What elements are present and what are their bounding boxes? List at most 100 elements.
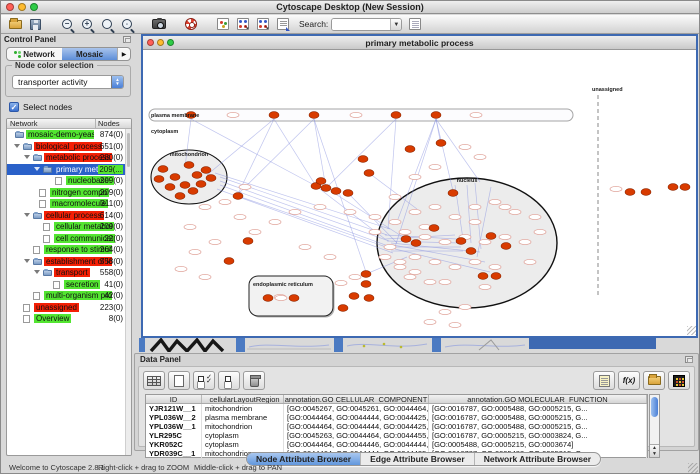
help-lifebuoy-button[interactable] <box>181 16 201 33</box>
attribute-toolbar-left <box>143 371 265 390</box>
delete-attribute-button[interactable] <box>243 371 265 390</box>
tree-row-metabolic-process[interactable]: metabolic process280(0) <box>7 152 131 164</box>
folder-icon <box>33 213 42 219</box>
tree-expander-icon[interactable] <box>34 167 40 171</box>
table-row[interactable]: YJR121W__1mitochondrion[GO:0045267, GO:0… <box>146 404 647 413</box>
attribute-toolbar-right: f(x) <box>593 371 690 390</box>
attribute-table-button[interactable] <box>143 371 165 390</box>
function-builder-button[interactable]: f(x) <box>618 371 640 390</box>
unselect-attributes-button[interactable] <box>218 371 240 390</box>
tree-expander-icon[interactable] <box>24 213 30 217</box>
network-file-icon <box>53 281 60 289</box>
snapshot-camera-button[interactable] <box>149 16 169 33</box>
tab-overflow-button[interactable]: ▶ <box>117 48 130 60</box>
attribute-batch-editor-icon <box>599 375 610 387</box>
table-column-header[interactable]: _cellularLayoutRegion <box>202 395 284 403</box>
network-canvas[interactable]: plasma membranecytoplasmmitochondrionnuc… <box>143 50 696 335</box>
attribute-matrix-button[interactable] <box>668 371 690 390</box>
tree-row-establishment-of-lo[interactable]: establishment of lo558(0) <box>7 256 131 268</box>
tree-row-node-count: 264(0) <box>100 245 123 254</box>
network-tree-header: Network Nodes <box>7 119 131 129</box>
copy-layout-button[interactable] <box>233 16 253 33</box>
node-color-dropdown[interactable]: transporter activity ▲▼ <box>12 75 124 89</box>
create-attribute-button[interactable] <box>168 371 190 390</box>
search-dropdown-icon[interactable]: ▼ <box>390 19 401 30</box>
float-panel-icon[interactable] <box>123 36 131 43</box>
import-attributes-icon <box>648 376 661 385</box>
import-attributes-button[interactable] <box>643 371 665 390</box>
tree-row-node-count: 651(0) <box>100 142 123 151</box>
annotation-document-button[interactable] <box>273 16 293 33</box>
tab-mosaic[interactable]: Mosaic <box>62 48 117 60</box>
advanced-search-button[interactable] <box>405 16 425 33</box>
tab-network[interactable]: Network <box>7 48 62 60</box>
attribute-table[interactable]: ID_cellularLayoutRegionannotation.GO CEL… <box>145 394 648 458</box>
table-cell: [GO:0044464, GO:0044446, GO:0044444, G..… <box>284 440 429 449</box>
tree-row-biological-process[interactable]: biological_process651(0) <box>7 141 131 153</box>
control-panel: Control Panel NetworkMosaic▶ Node color … <box>1 34 134 459</box>
tree-row-transport[interactable]: transport558(0) <box>7 267 131 279</box>
region-label: nucleus <box>457 178 478 184</box>
zoom-selected-region-button[interactable] <box>117 16 137 33</box>
zoom-fit-button[interactable] <box>97 16 117 33</box>
table-column-header[interactable]: annotation.GO CELLULAR_COMPONENT <box>284 395 429 403</box>
search-input[interactable] <box>332 19 390 30</box>
select-nodes-checkbox[interactable]: ✓ <box>9 102 19 112</box>
vizmapper-button[interactable] <box>213 16 233 33</box>
tree-row-unassigned[interactable]: unassigned223(0) <box>7 302 131 314</box>
tree-row-cell-communicat[interactable]: cell communicat22(0) <box>7 233 131 245</box>
table-cell: [GO:0045267, GO:0045261, GO:0044464, G..… <box>284 404 429 413</box>
zoom-out-button[interactable] <box>57 16 77 33</box>
view-resize-grip[interactable] <box>687 326 696 335</box>
table-row[interactable]: YKR052Ccytoplasm[GO:0044464, GO:0044446,… <box>146 440 647 449</box>
network-view-titlebar[interactable]: primary metabolic process <box>143 36 696 50</box>
tree-row-nucleobase-[interactable]: nucleobase-209(0) <box>7 175 131 187</box>
tree-row-node-count: 614(0) <box>100 211 123 220</box>
open-file-button[interactable] <box>5 16 25 33</box>
status-welcome: Welcome to Cytoscape 2.8.1 <box>9 463 105 472</box>
table-scrollbar[interactable]: ▲▼ <box>649 394 660 458</box>
tree-row-primary-metabo[interactable]: primary metabo209(... <box>7 164 131 176</box>
network-file-icon <box>39 189 46 197</box>
paste-layout-button[interactable] <box>253 16 273 33</box>
tree-row-cellular-metabol[interactable]: cellular metabol209(0) <box>7 221 131 233</box>
tree-row-node-count: 311(0) <box>100 199 123 208</box>
network-tree-panel: Network Nodes mosaic-demo-yeast874(0)bio… <box>6 118 132 456</box>
table-scrollbar-thumb[interactable] <box>651 397 658 417</box>
tree-row-nitrogen-compo[interactable]: nitrogen compo209(0) <box>7 187 131 199</box>
tree-row-macromolecule[interactable]: macromolecule311(0) <box>7 198 131 210</box>
folder-icon <box>43 167 52 173</box>
tree-expander-icon[interactable] <box>24 155 30 159</box>
tree-row-node-count: 209(... <box>98 165 123 174</box>
app-resize-grip[interactable] <box>688 463 698 473</box>
tree-row-overview[interactable]: Overview8(0) <box>7 313 131 325</box>
save-session-button[interactable] <box>25 16 45 33</box>
float-data-panel-icon[interactable] <box>685 356 693 363</box>
network-view-window: primary metabolic process plasma membran… <box>141 34 698 338</box>
select-attributes-button[interactable] <box>193 371 215 390</box>
attribute-batch-editor-button[interactable] <box>593 371 615 390</box>
region-label: plasma membrane <box>151 113 199 119</box>
zoom-in-button[interactable] <box>77 16 97 33</box>
table-row[interactable]: YPL036W__1mitochondrion[GO:0044464, GO:0… <box>146 422 647 431</box>
tree-row-secretion[interactable]: secretion41(0) <box>7 279 131 291</box>
tree-row-multi-organism-pro[interactable]: multi-organism pro42(0) <box>7 290 131 302</box>
tree-row-label: Overview <box>34 314 71 323</box>
app-titlebar[interactable]: Cytoscape Desktop (New Session) <box>1 1 699 14</box>
table-row[interactable]: YPL036W__2plasma membrane[GO:0044464, GO… <box>146 413 647 422</box>
table-row[interactable]: YLR295Ccytoplasm[GO:0045263, GO:0044464,… <box>146 431 647 440</box>
tree-expander-icon[interactable] <box>14 144 20 148</box>
table-scrollbar-arrows[interactable]: ▲▼ <box>650 444 659 457</box>
table-column-header[interactable]: ID <box>146 395 202 403</box>
tree-row-node-count: 558(0) <box>100 268 123 277</box>
tree-row-response-to-stimul[interactable]: response to stimul264(0) <box>7 244 131 256</box>
tree-expander-icon[interactable] <box>34 270 40 274</box>
tree-row-mosaic-demo-yeast[interactable]: mosaic-demo-yeast874(0) <box>7 129 131 141</box>
copy-layout-icon <box>237 18 249 30</box>
tree-scrollbar[interactable] <box>125 129 131 455</box>
table-column-header[interactable]: annotation.GO MOLECULAR_FUNCTION <box>429 395 647 403</box>
tree-expander-icon[interactable] <box>24 259 30 263</box>
tree-row-cellular-process[interactable]: cellular process614(0) <box>7 210 131 222</box>
tree-column-network: Network <box>7 119 95 128</box>
delete-attribute-icon <box>250 377 259 387</box>
